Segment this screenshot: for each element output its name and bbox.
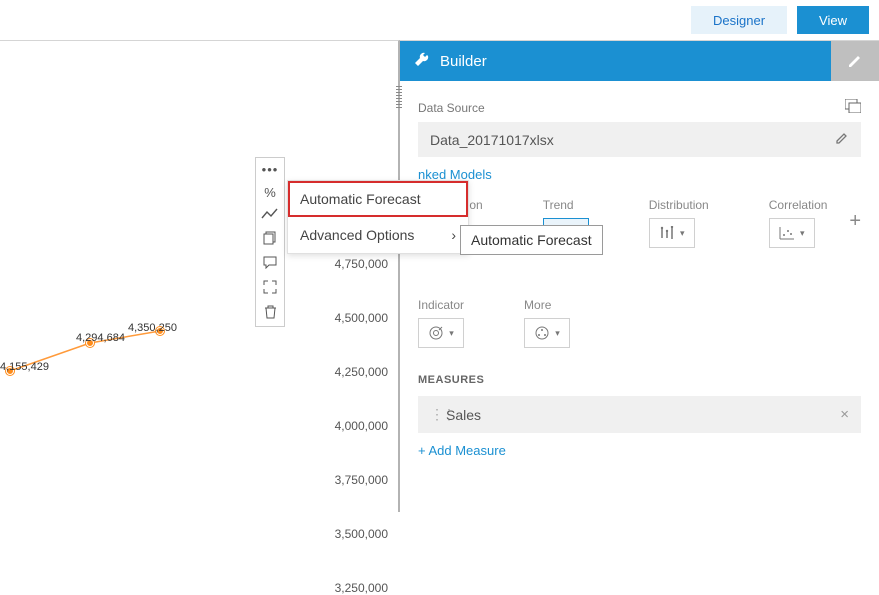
measures-heading: MEASURES [418, 374, 861, 386]
percent-icon[interactable]: % [264, 185, 276, 200]
data-source-value: Data_20171017xlsx [430, 132, 554, 148]
fullscreen-icon[interactable] [263, 280, 277, 297]
correlation-label: Correlation [769, 198, 828, 212]
axis-tick: 4,250,000 [335, 365, 388, 379]
trend-label: Trend [543, 198, 589, 212]
menu-item-label: Automatic Forecast [300, 191, 421, 207]
drag-handle-icon[interactable]: ⋮⋮ [430, 406, 438, 423]
designer-button[interactable]: Designer [691, 6, 787, 34]
distribution-label: Distribution [649, 198, 709, 212]
axis-tick: 4,750,000 [335, 257, 388, 271]
copy-icon[interactable] [263, 231, 277, 248]
menu-item-auto-forecast[interactable]: Automatic Forecast [288, 181, 468, 217]
measure-name: Sales [446, 407, 481, 423]
builder-header: Builder [400, 41, 879, 81]
data-label: 4,350,250 [128, 322, 177, 334]
data-source-label: Data Source [418, 101, 485, 115]
panel-title: Builder [440, 53, 487, 70]
distribution-button[interactable]: ▾ [649, 218, 695, 248]
forecast-submenu: Automatic Forecast Advanced Options › [287, 180, 469, 254]
axis-tick: 3,750,000 [335, 473, 388, 487]
linked-models-link[interactable]: nked Models [418, 167, 861, 182]
swap-icon[interactable] [845, 99, 861, 116]
comment-icon[interactable] [263, 256, 277, 272]
data-label: 4,155,429 [0, 361, 49, 373]
tooltip: Automatic Forecast [460, 225, 603, 255]
style-mode-button[interactable] [831, 41, 879, 81]
forecast-icon[interactable] [261, 208, 279, 223]
data-label: 4,294,684 [76, 332, 125, 344]
panel-resize-handle[interactable] [396, 86, 402, 108]
menu-item-label: Advanced Options [300, 227, 414, 243]
wrench-icon [414, 52, 430, 71]
y-axis-ticks: 4,750,000 4,500,000 4,250,000 4,000,000 … [335, 257, 388, 595]
menu-item-advanced-options[interactable]: Advanced Options › [288, 217, 468, 253]
indicator-button[interactable]: ▾ [418, 318, 464, 348]
chart-canvas: 4,155,429 4,294,684 4,350,250 4,750,000 … [0, 40, 400, 512]
chevron-right-icon: › [451, 227, 456, 243]
indicator-label: Indicator [418, 298, 464, 312]
axis-tick: 4,500,000 [335, 311, 388, 325]
trash-icon[interactable] [264, 305, 277, 322]
axis-tick: 4,000,000 [335, 419, 388, 433]
correlation-button[interactable]: ▾ [769, 218, 815, 248]
axis-tick: 3,500,000 [335, 527, 388, 541]
measure-chip[interactable]: ⋮⋮ Sales × [418, 396, 861, 433]
more-icon[interactable]: ••• [262, 162, 279, 177]
remove-measure-button[interactable]: × [840, 406, 849, 423]
axis-tick: 3,250,000 [335, 581, 388, 595]
view-button[interactable]: View [797, 6, 869, 34]
add-measure-link[interactable]: + Add Measure [418, 443, 861, 458]
chart-toolbar: ••• % [255, 157, 285, 327]
edit-icon[interactable] [835, 131, 849, 148]
more-chart-button[interactable]: ▾ [524, 318, 570, 348]
more-label: More [524, 298, 570, 312]
